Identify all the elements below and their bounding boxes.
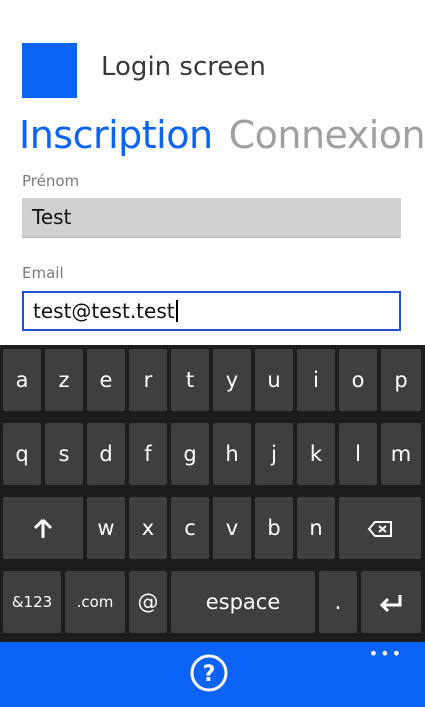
- dotcom-key[interactable]: .com: [65, 571, 125, 633]
- space-key[interactable]: espace: [171, 571, 315, 633]
- email-value: test@test.test: [33, 299, 175, 323]
- key-y[interactable]: y: [213, 349, 251, 411]
- key-g[interactable]: g: [171, 423, 209, 485]
- app-bar: ? •••: [0, 642, 425, 707]
- key-z[interactable]: z: [45, 349, 83, 411]
- key-h[interactable]: h: [213, 423, 251, 485]
- first-name-label: Prénom: [22, 172, 80, 190]
- key-j[interactable]: j: [255, 423, 293, 485]
- key-d[interactable]: d: [87, 423, 125, 485]
- help-icon: ?: [190, 654, 228, 692]
- more-dots-icon[interactable]: •••: [369, 644, 403, 663]
- key-q[interactable]: q: [3, 423, 41, 485]
- backspace-key[interactable]: [339, 497, 421, 559]
- key-x[interactable]: x: [129, 497, 167, 559]
- key-m[interactable]: m: [381, 423, 421, 485]
- key-c[interactable]: c: [171, 497, 209, 559]
- key-k[interactable]: k: [297, 423, 335, 485]
- key-n[interactable]: n: [297, 497, 335, 559]
- key-f[interactable]: f: [129, 423, 167, 485]
- key-b[interactable]: b: [255, 497, 293, 559]
- help-button[interactable]: ?: [190, 654, 228, 692]
- shift-arrow-icon: [33, 518, 53, 538]
- key-u[interactable]: u: [255, 349, 293, 411]
- backspace-icon: [367, 521, 392, 537]
- first-name-field[interactable]: Test: [22, 198, 401, 238]
- form-panel: Login screen Inscription Connexion Prénom…: [0, 0, 425, 345]
- tab-connexion[interactable]: Connexion: [229, 113, 425, 157]
- key-s[interactable]: s: [45, 423, 83, 485]
- on-screen-keyboard: a z e r t y u i o p q s d f g h j k l m …: [0, 345, 425, 642]
- tab-inscription[interactable]: Inscription: [19, 113, 213, 157]
- email-field[interactable]: test@test.test: [22, 291, 401, 331]
- shift-key[interactable]: [3, 497, 83, 559]
- first-name-value: Test: [32, 205, 72, 229]
- key-t[interactable]: t: [171, 349, 209, 411]
- key-l[interactable]: l: [339, 423, 377, 485]
- enter-key[interactable]: [361, 571, 421, 633]
- symbols-key[interactable]: &123: [3, 571, 61, 633]
- text-caret: [175, 300, 178, 322]
- app-title: Login screen: [101, 52, 266, 82]
- key-r[interactable]: r: [129, 349, 167, 411]
- key-i[interactable]: i: [297, 349, 335, 411]
- pivot-tabs: Inscription Connexion: [19, 113, 425, 157]
- key-e[interactable]: e: [87, 349, 125, 411]
- key-w[interactable]: w: [87, 497, 125, 559]
- enter-icon: [379, 595, 402, 613]
- key-a[interactable]: a: [3, 349, 41, 411]
- key-p[interactable]: p: [381, 349, 421, 411]
- app-logo: [22, 43, 77, 98]
- key-v[interactable]: v: [213, 497, 251, 559]
- svg-text:?: ?: [203, 662, 216, 687]
- key-o[interactable]: o: [339, 349, 377, 411]
- email-label: Email: [22, 264, 64, 282]
- at-key[interactable]: @: [129, 571, 167, 633]
- period-key[interactable]: .: [319, 571, 357, 633]
